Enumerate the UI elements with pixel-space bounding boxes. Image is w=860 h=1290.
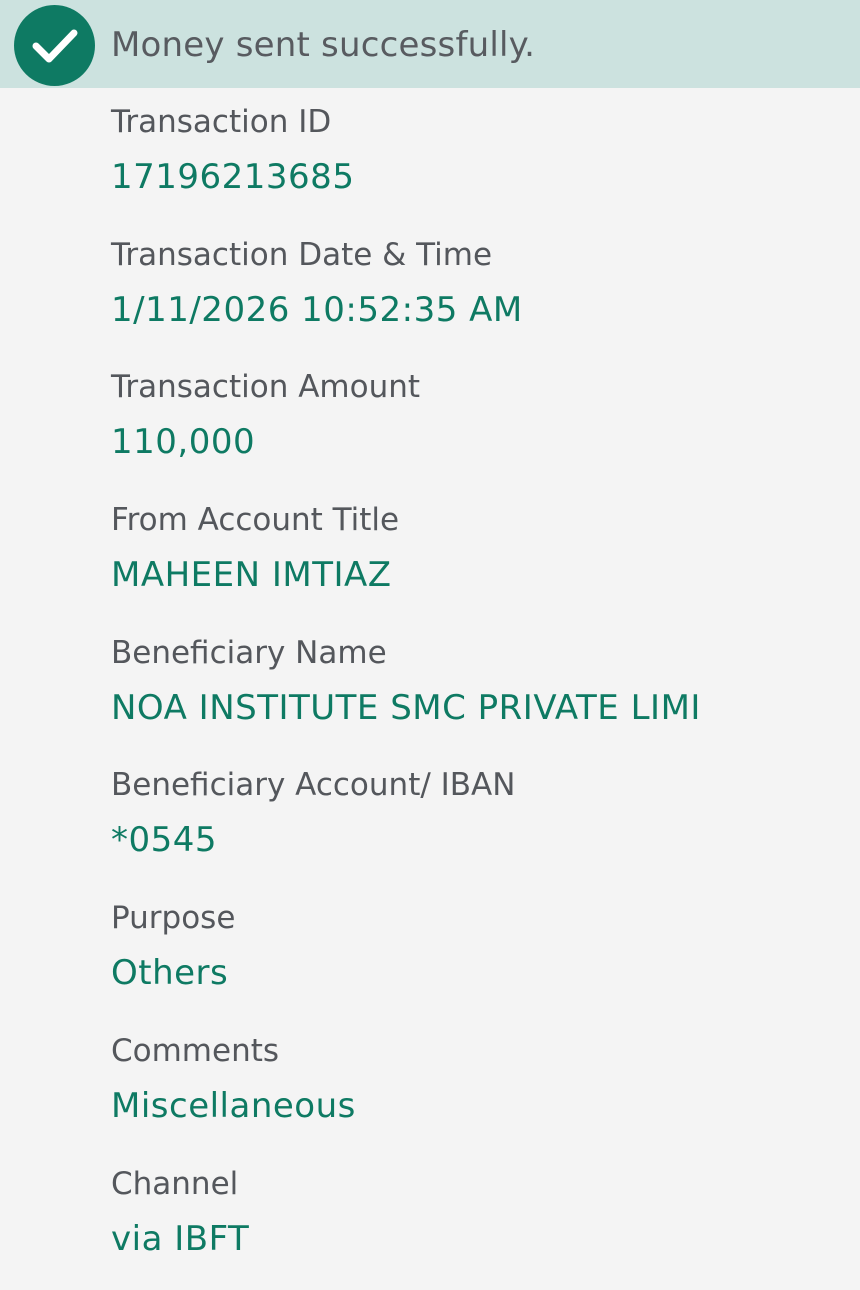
field-value: MAHEEN IMTIAZ: [111, 554, 392, 596]
field-value: 110,000: [111, 421, 255, 463]
field-purpose: Purpose Others: [111, 892, 851, 1025]
field-value: Miscellaneous: [111, 1085, 356, 1127]
field-value: via IBFT: [111, 1218, 249, 1260]
field-label: Transaction ID: [111, 102, 331, 142]
field-label: Transaction Date & Time: [111, 235, 492, 275]
field-transaction-amount: Transaction Amount 110,000: [111, 361, 851, 494]
field-comments: Comments Miscellaneous: [111, 1025, 851, 1158]
field-label: From Account Title: [111, 500, 399, 540]
field-label: Purpose: [111, 898, 235, 938]
success-banner: Money sent successfully.: [0, 0, 860, 88]
field-label: Comments: [111, 1031, 279, 1071]
field-value: NOA INSTITUTE SMC PRIVATE LIMI: [111, 687, 701, 729]
field-transaction-date-time: Transaction Date & Time 1/11/2026 10:52:…: [111, 229, 851, 362]
success-message: Money sent successfully.: [111, 24, 535, 66]
field-value: 1/11/2026 10:52:35 AM: [111, 289, 523, 331]
field-label: Transaction Amount: [111, 367, 420, 407]
field-value: 17196213685: [111, 156, 354, 198]
transaction-details: Transaction ID 17196213685 Transaction D…: [111, 96, 851, 1290]
field-beneficiary-account-iban: Beneficiary Account/ IBAN *0545: [111, 759, 851, 892]
field-label: Channel: [111, 1164, 238, 1204]
field-from-account-title: From Account Title MAHEEN IMTIAZ: [111, 494, 851, 627]
check-circle-icon: [14, 5, 95, 86]
field-label: Beneficiary Name: [111, 633, 387, 673]
field-beneficiary-name: Beneficiary Name NOA INSTITUTE SMC PRIVA…: [111, 627, 851, 760]
field-value: *0545: [111, 819, 217, 861]
field-transaction-id: Transaction ID 17196213685: [111, 96, 851, 229]
field-channel: Channel via IBFT: [111, 1158, 851, 1290]
field-value: Others: [111, 952, 228, 994]
field-label: Beneficiary Account/ IBAN: [111, 765, 515, 805]
